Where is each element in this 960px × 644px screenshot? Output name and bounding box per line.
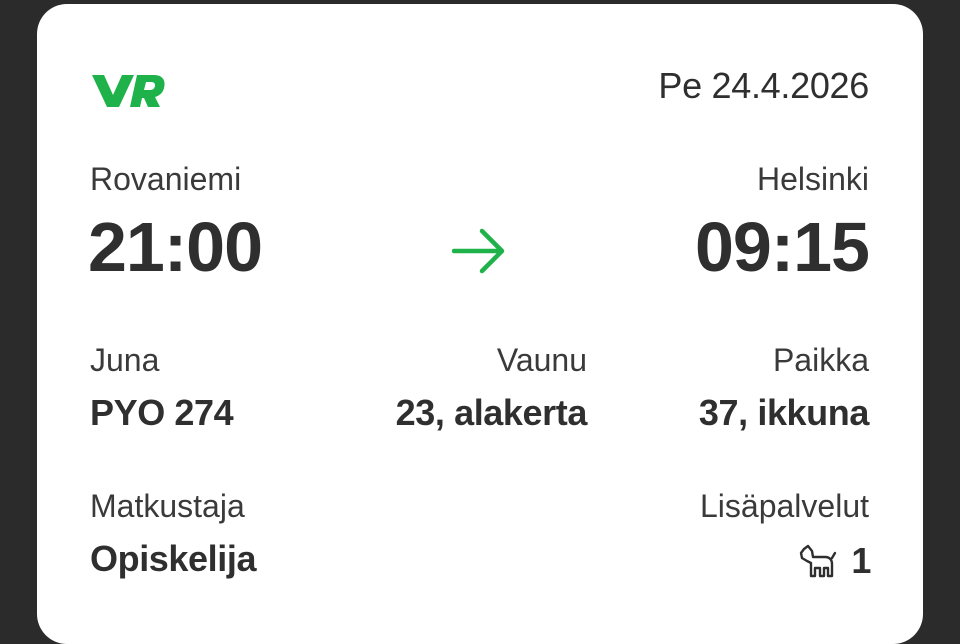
car-value: 23, alakerta (395, 392, 588, 433)
departure-station: Rovaniemi (90, 161, 242, 197)
departure-time: 21:00 (88, 208, 263, 286)
ticket-card: Pe 24.4.2026 Rovaniemi 21:00 Helsinki 09… (37, 4, 923, 644)
travel-date: Pe 24.4.2026 (658, 65, 869, 106)
arrival-time: 09:15 (694, 208, 870, 286)
seat-value: 37, ikkuna (698, 392, 870, 433)
extras-value: 1 (799, 538, 871, 584)
dog-icon (800, 544, 837, 578)
train-value: PYO 274 (90, 392, 234, 433)
arrival-station: Helsinki (756, 161, 869, 197)
train-label: Juna (90, 342, 160, 378)
vr-logo (92, 75, 165, 107)
extras-count: 1 (851, 540, 871, 581)
car-label: Vaunu (496, 342, 587, 378)
extras-label: Lisäpalvelut (700, 488, 869, 524)
seat-label: Paikka (772, 342, 869, 378)
passenger-label: Matkustaja (90, 488, 245, 524)
passenger-value: Opiskelija (90, 538, 257, 579)
arrow-right-icon (452, 228, 505, 274)
